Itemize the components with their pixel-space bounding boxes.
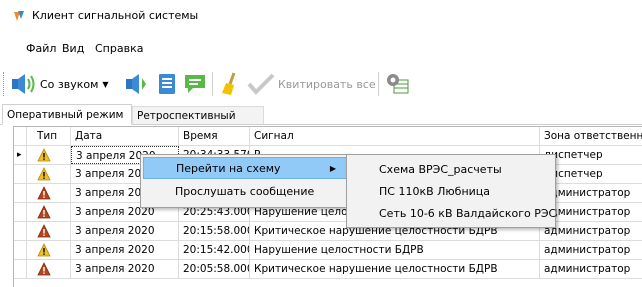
type-cell xyxy=(27,184,71,202)
menu-file[interactable]: Файл xyxy=(26,42,56,55)
toolbar-separator xyxy=(378,72,379,96)
submenu-arrow-icon: ▶ xyxy=(329,164,336,173)
speaker-icon xyxy=(126,74,146,94)
mode-tabs: Оперативный режим Ретроспективный режим xyxy=(0,104,642,140)
column-header-type[interactable]: Тип xyxy=(27,127,71,145)
message-button[interactable] xyxy=(182,70,208,98)
row-header-cell[interactable] xyxy=(14,184,27,202)
time-cell: 20:15:58.000 xyxy=(179,222,250,240)
critical-warning-icon xyxy=(37,205,51,219)
context-menu: Перейти на схему ▶ Прослушать сообщение xyxy=(140,154,350,208)
listen-message-label: Прослушать сообщение xyxy=(175,185,315,198)
toolbar: Со звуком ▼ Квитировать все xyxy=(0,64,642,104)
warning-icon xyxy=(37,148,51,162)
date-cell: 3 апреля 2020 xyxy=(71,222,179,240)
signal-cell: Критическое нарушение целостности БДРВ xyxy=(250,260,540,278)
toolbar-separator xyxy=(212,72,213,96)
table-header: Тип Дата Время Сигнал Зона ответственнос… xyxy=(14,127,642,146)
tab-retrospective[interactable]: Ретроспективный режим xyxy=(132,106,264,140)
clear-button[interactable] xyxy=(218,70,244,98)
type-cell xyxy=(27,222,71,240)
sound-dropdown-button[interactable]: Со звуком ▼ xyxy=(10,70,109,98)
document-icon xyxy=(159,74,175,94)
column-header-zone[interactable]: Зона ответственности xyxy=(540,127,642,145)
menu-item-go-to-scheme[interactable]: Перейти на схему ▶ xyxy=(143,157,347,179)
critical-warning-icon xyxy=(37,262,51,276)
table-row[interactable]: 3 апреля 2020 20:05:58.000 Критическое нар… xyxy=(14,260,642,279)
row-header-cell[interactable] xyxy=(14,203,27,221)
submenu-item-substation-lyubnitsa[interactable]: ПС 110кВ Любница xyxy=(349,181,553,203)
column-header-date[interactable]: Дата xyxy=(71,127,179,145)
acknowledge-all-label: Квитировать все xyxy=(278,77,376,91)
settings-button[interactable] xyxy=(384,70,410,98)
critical-warning-icon xyxy=(37,186,51,200)
time-cell: 20:05:58.000 xyxy=(179,260,250,278)
type-cell xyxy=(27,241,71,259)
column-header-time[interactable]: Время xyxy=(179,127,250,145)
date-cell: 3 апреля 2020 xyxy=(71,241,179,259)
type-cell xyxy=(27,203,71,221)
menu-item-listen-message[interactable]: Прослушать сообщение xyxy=(143,181,347,203)
table-row[interactable]: 3 апреля 2020 20:15:42.000 Нарушение целос… xyxy=(14,241,642,260)
date-cell: 3 апреля 2020 xyxy=(71,260,179,278)
type-cell xyxy=(27,146,71,164)
chevron-down-icon: ▼ xyxy=(102,79,109,89)
submenu-item-network-valdai[interactable]: Сеть 10-6 кВ Валдайского РЭС xyxy=(349,203,556,225)
row-header-cell xyxy=(14,127,27,145)
go-to-scheme-label: Перейти на схему xyxy=(176,162,281,175)
current-row-indicator[interactable]: ▸ xyxy=(14,146,27,164)
speech-bubble-icon xyxy=(185,75,205,93)
toolbar-grip[interactable] xyxy=(3,72,7,96)
settings-table-icon xyxy=(387,74,409,94)
sound-label: Со звуком xyxy=(40,77,99,91)
tab-operational[interactable]: Оперативный режим xyxy=(2,104,132,125)
checkmark-icon xyxy=(247,73,275,95)
row-header-cell[interactable] xyxy=(14,241,27,259)
speaker-on-icon xyxy=(12,74,35,94)
type-cell xyxy=(27,260,71,278)
submenu-item-scheme-vres[interactable]: Схема ВРЭС_расчеты xyxy=(349,159,553,181)
app-icon xyxy=(14,11,24,21)
warning-icon xyxy=(37,167,51,181)
row-header-cell[interactable] xyxy=(14,165,27,183)
play-sound-button[interactable] xyxy=(124,70,152,98)
column-header-signal[interactable]: Сигнал xyxy=(250,127,540,145)
title-bar: Клиент сигнальной системы xyxy=(0,0,642,30)
zone-cell: администратор xyxy=(540,260,642,278)
menu-help[interactable]: Справка xyxy=(95,42,143,55)
critical-warning-icon xyxy=(37,224,51,238)
menu-bar: Файл Вид Справка xyxy=(0,38,642,60)
menu-view[interactable]: Вид xyxy=(62,42,84,55)
time-cell: 20:15:42.000 xyxy=(179,241,250,259)
row-header-cell[interactable] xyxy=(14,222,27,240)
broom-icon xyxy=(222,72,236,95)
zone-cell: администратор xyxy=(540,241,642,259)
acknowledge-all-button[interactable]: Квитировать все xyxy=(246,70,376,98)
document-button[interactable] xyxy=(156,70,178,98)
type-cell xyxy=(27,165,71,183)
scheme-submenu: Схема ВРЭС_расчеты ПС 110кВ Любница Сеть… xyxy=(346,154,556,228)
window-title: Клиент сигнальной системы xyxy=(32,9,199,22)
signal-cell: Нарушение целостности БДРВ xyxy=(250,241,540,259)
row-header-cell[interactable] xyxy=(14,260,27,278)
warning-icon xyxy=(37,243,51,257)
